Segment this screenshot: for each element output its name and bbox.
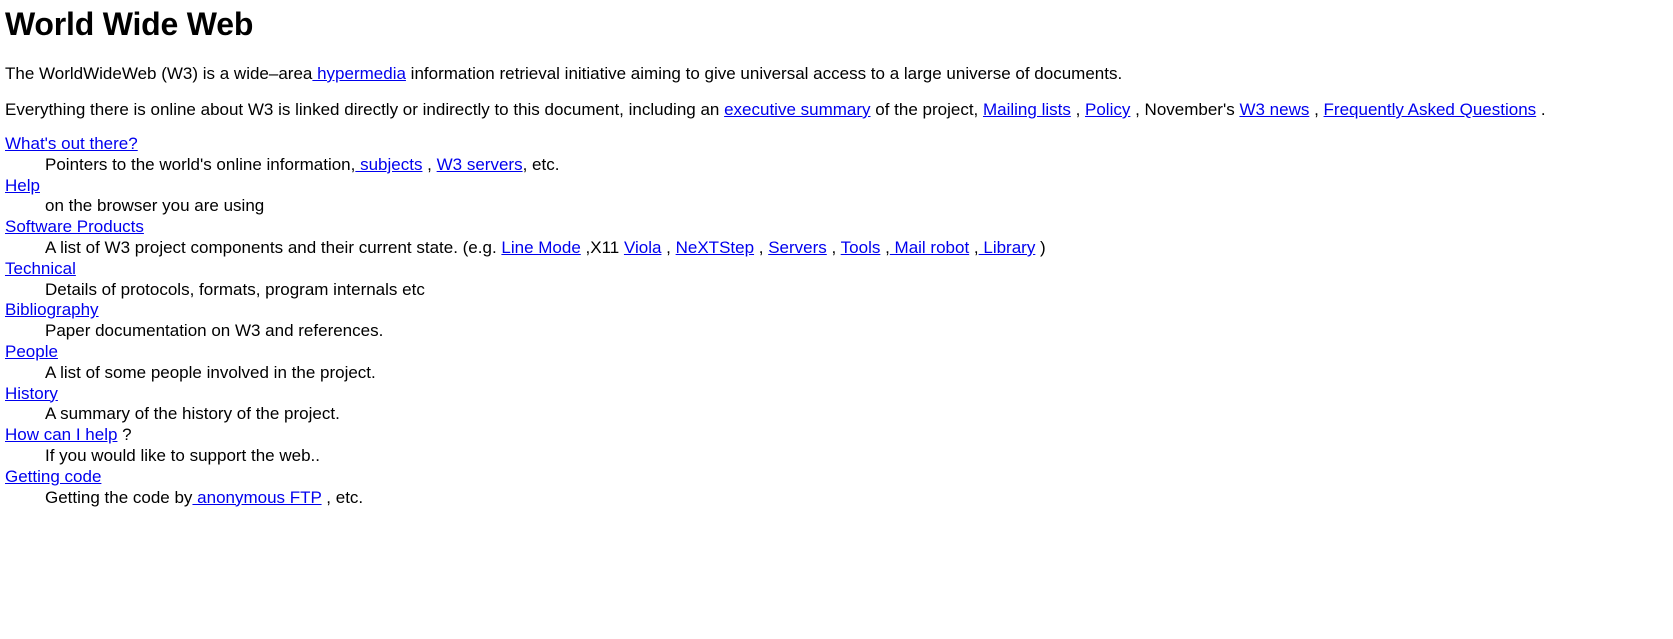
link-what-s-out-there[interactable]: What's out there?: [5, 134, 138, 153]
description-separator: , etc.: [522, 154, 560, 174]
description-text: Getting the code by: [45, 487, 193, 507]
definition-term: How can I help ?: [5, 425, 1668, 446]
page-title: World Wide Web: [5, 6, 254, 42]
intro-text-2c: ,: [1070, 100, 1086, 119]
link-mail-robot[interactable]: Mail robot: [890, 238, 970, 257]
link-help[interactable]: Help: [5, 176, 40, 195]
definition-description: A list of W3 project components and thei…: [45, 238, 1668, 259]
link-w3-news[interactable]: W3 news: [1239, 100, 1309, 119]
term-suffix: ?: [117, 425, 132, 445]
description-text: Pointers to the world's online informati…: [45, 154, 356, 174]
link-subjects[interactable]: subjects: [355, 155, 422, 174]
description-separator: ,: [969, 237, 979, 257]
intro-text-2e: ,: [1309, 100, 1324, 119]
description-separator: ,: [422, 154, 437, 174]
description-text: A summary of the history of the project.: [45, 404, 340, 424]
link-technical[interactable]: Technical: [5, 259, 76, 278]
description-separator: ,: [826, 237, 841, 257]
link-tools[interactable]: Tools: [841, 238, 881, 257]
intro-text-2b: of the project,: [870, 100, 983, 119]
description-text: A list of some people involved in the pr…: [45, 362, 376, 382]
link-policy[interactable]: Policy: [1085, 100, 1130, 119]
definition-description: Details of protocols, formats, program i…: [45, 280, 1668, 301]
definition-description: A summary of the history of the project.: [45, 404, 1668, 425]
intro-text-2f: .: [1536, 100, 1546, 119]
intro-text-2a: Everything there is online about W3 is l…: [5, 100, 725, 119]
link-software-products[interactable]: Software Products: [5, 217, 144, 236]
definition-list: What's out there? Pointers to the world's…: [5, 134, 1668, 508]
definition-term: People: [5, 342, 1668, 363]
description-separator: ): [1035, 237, 1046, 257]
link-anonymous-ftp[interactable]: anonymous FTP: [192, 488, 321, 507]
description-text: on the browser you are using: [45, 196, 265, 216]
link-w3-servers[interactable]: W3 servers: [437, 155, 523, 174]
definition-term: History: [5, 384, 1668, 405]
link-people[interactable]: People: [5, 342, 58, 361]
link-mailing-lists[interactable]: Mailing lists: [983, 100, 1071, 119]
intro-paragraph-2: Everything there is online about W3 is l…: [5, 99, 1668, 120]
description-separator: ,X11: [580, 237, 624, 257]
definition-description: If you would like to support the web..: [45, 446, 1668, 467]
definition-description: A list of some people involved in the pr…: [45, 363, 1668, 384]
link-bibliography[interactable]: Bibliography: [5, 300, 99, 319]
link-viola[interactable]: Viola: [624, 238, 662, 257]
intro-text-2d: , November's: [1130, 100, 1240, 119]
description-separator: ,: [754, 237, 769, 257]
definition-description: on the browser you are using: [45, 196, 1668, 217]
intro-paragraph-1: The WorldWideWeb (W3) is a wide–area hyp…: [5, 63, 1668, 84]
definition-term: Getting code: [5, 467, 1668, 488]
document-body: World Wide Web The WorldWideWeb (W3) is …: [0, 0, 1673, 508]
intro-text-1a: The WorldWideWeb (W3) is a wide–area: [5, 64, 313, 83]
description-text: Paper documentation on W3 and references…: [45, 321, 384, 341]
description-separator: ,: [661, 237, 676, 257]
link-library[interactable]: Library: [979, 238, 1035, 257]
definition-term: What's out there?: [5, 134, 1668, 155]
definition-term: Help: [5, 176, 1668, 197]
link-executive-summary[interactable]: executive summary: [724, 100, 870, 119]
description-text: Details of protocols, formats, program i…: [45, 279, 425, 299]
description-text: A list of W3 project components and thei…: [45, 237, 502, 257]
link-servers[interactable]: Servers: [768, 238, 827, 257]
link-getting-code[interactable]: Getting code: [5, 467, 101, 486]
definition-term: Technical: [5, 259, 1668, 280]
definition-term: Bibliography: [5, 300, 1668, 321]
link-how-can-i-help[interactable]: How can I help: [5, 425, 117, 444]
description-separator: , etc.: [321, 487, 364, 507]
definition-description: Getting the code by anonymous FTP , etc.: [45, 488, 1668, 509]
definition-description: Paper documentation on W3 and references…: [45, 321, 1668, 342]
description-text: If you would like to support the web..: [45, 445, 320, 465]
link-hypermedia[interactable]: hypermedia: [312, 64, 406, 83]
definition-description: Pointers to the world's online informati…: [45, 155, 1668, 176]
link-history[interactable]: History: [5, 384, 58, 403]
description-separator: ,: [880, 237, 890, 257]
link-faq[interactable]: Frequently Asked Questions: [1324, 100, 1537, 119]
link-nextstep[interactable]: NeXTStep: [676, 238, 754, 257]
definition-term: Software Products: [5, 217, 1668, 238]
link-line-mode[interactable]: Line Mode: [501, 238, 580, 257]
intro-text-1b: information retrieval initiative aiming …: [405, 64, 1123, 83]
